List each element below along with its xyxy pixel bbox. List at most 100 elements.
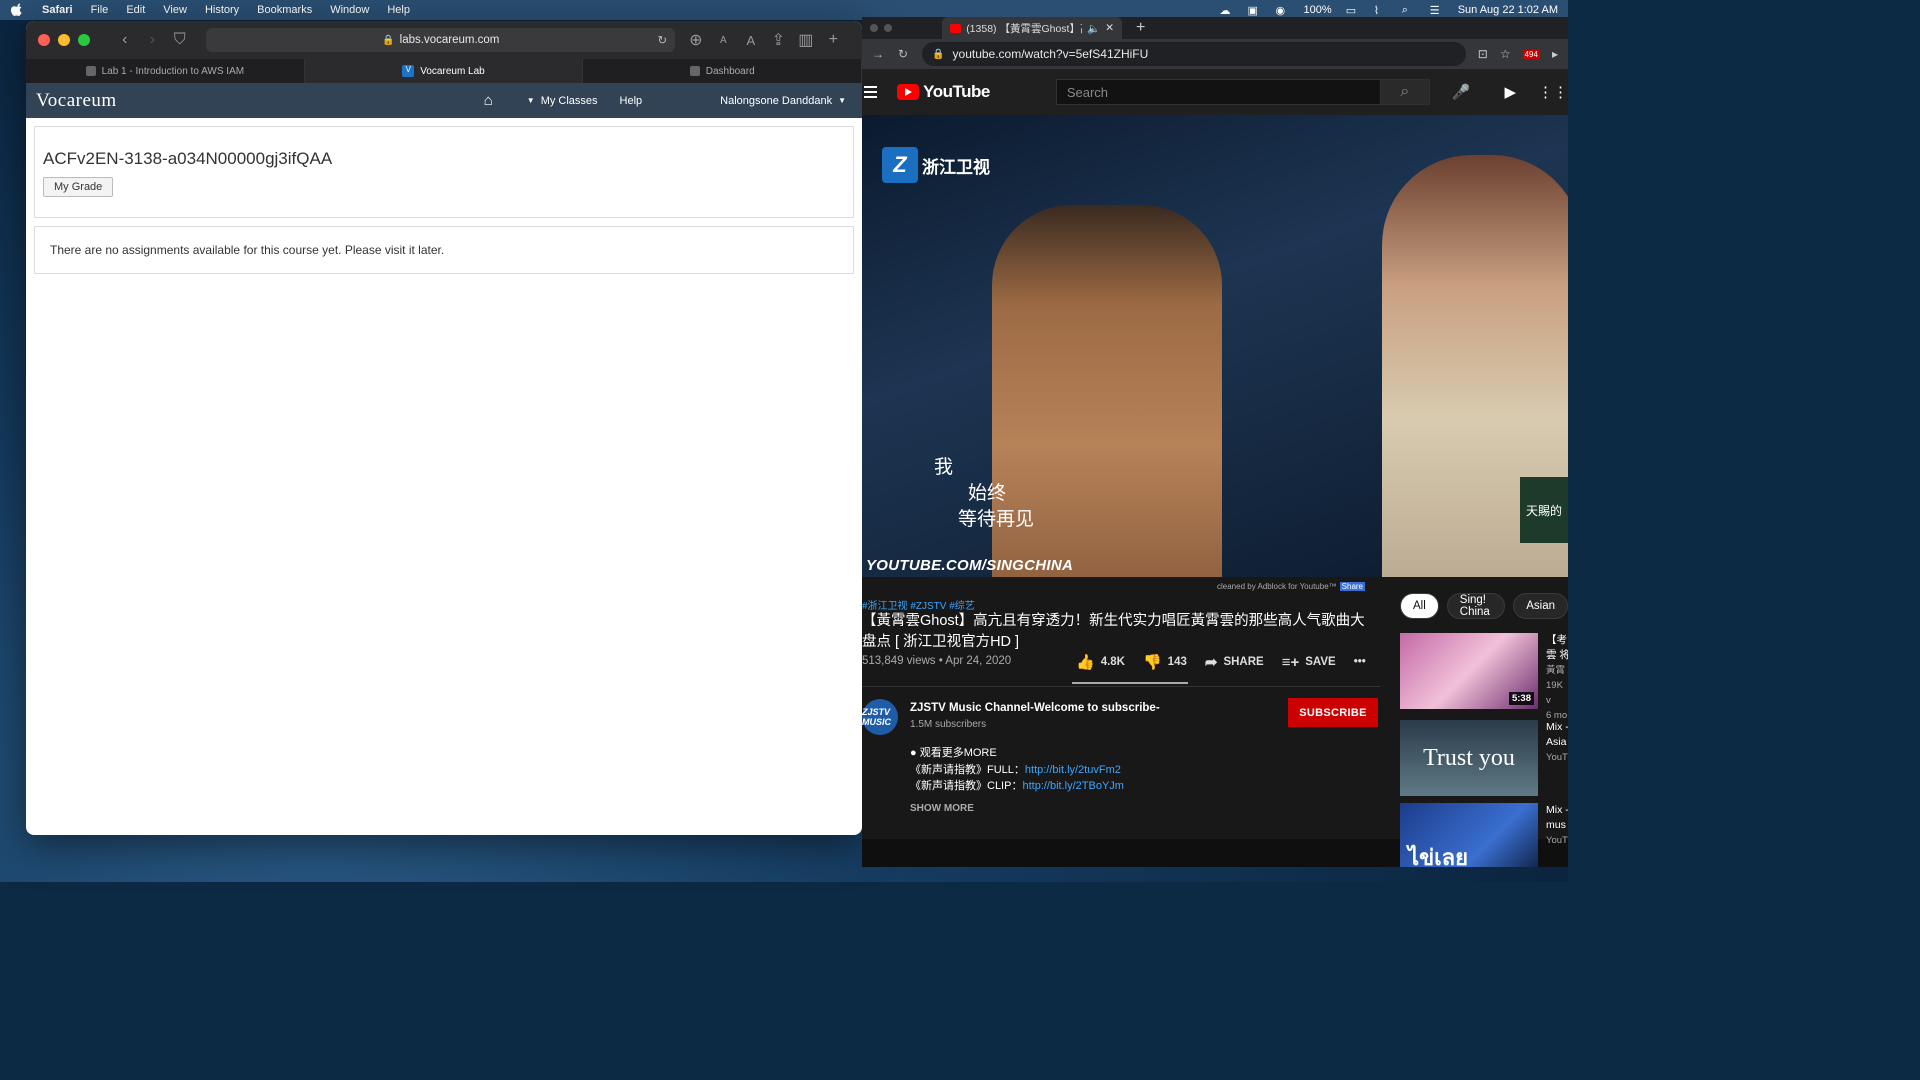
save-button[interactable]: ≡+ SAVE bbox=[1282, 654, 1336, 671]
battery-icon[interactable]: ▭ bbox=[1346, 4, 1360, 17]
menu-history[interactable]: History bbox=[205, 4, 239, 16]
my-grade-button[interactable]: My Grade bbox=[43, 177, 114, 197]
menu-view[interactable]: View bbox=[163, 4, 187, 16]
sidebar-icon[interactable]: ▥ bbox=[795, 29, 816, 51]
forward-icon[interactable]: → bbox=[872, 47, 884, 61]
tab-dashboard[interactable]: Dashboard bbox=[583, 59, 862, 83]
more-actions-button[interactable]: ••• bbox=[1354, 656, 1366, 668]
my-classes-link[interactable]: My Classes bbox=[541, 95, 598, 107]
share-button[interactable]: ➦ SHARE bbox=[1205, 653, 1264, 671]
menu-app-name[interactable]: Safari bbox=[42, 4, 73, 16]
station-name: 浙江卫视 bbox=[922, 157, 990, 177]
reload-icon[interactable]: ↻ bbox=[657, 33, 667, 47]
hamburger-menu-icon[interactable] bbox=[864, 86, 878, 98]
menu-clock[interactable]: Sun Aug 22 1:02 AM bbox=[1458, 4, 1558, 16]
new-tab-icon[interactable]: + bbox=[1136, 19, 1145, 37]
create-video-icon[interactable]: ▶ bbox=[1504, 83, 1516, 101]
tab-youtube[interactable]: (1358) 【黃霄雲Ghost】高 🔈 ✕ bbox=[942, 17, 1122, 39]
address-bar[interactable]: 🔒 labs.vocareum.com ↻ bbox=[206, 28, 676, 52]
control-center-icon[interactable]: ☰ bbox=[1430, 4, 1444, 17]
thumbs-down-icon: 👎 bbox=[1142, 654, 1162, 671]
recommended-video[interactable]: Trust you Mix - Asia YouT bbox=[1400, 720, 1568, 796]
description-link[interactable]: http://bit.ly/2TBoYJm bbox=[1022, 780, 1123, 792]
course-title: ACFv2EN-3138-a034N00000gj3ifQAA bbox=[43, 149, 333, 168]
youtube-logo[interactable]: YouTube bbox=[897, 82, 990, 102]
filter-chips: All Sing! China Asian bbox=[1400, 593, 1568, 619]
extension-badge[interactable]: 494 bbox=[1522, 49, 1540, 59]
video-hashtags[interactable]: #浙江卫视 #ZJSTV #综艺 bbox=[862, 597, 975, 612]
video-title: 【黃霄雲Ghost】高亢且有穿透力！新生代实力唱匠黃霄雲的那些高人气歌曲大盘点 … bbox=[862, 613, 1365, 650]
video-actions: 👍 4.8K 👎 143 ➦ SHARE ≡+ SAVE ••• bbox=[1076, 653, 1366, 672]
apps-grid-icon[interactable]: ⋮⋮ bbox=[1538, 83, 1568, 101]
omnibox[interactable]: 🔒 youtube.com/watch?v=5efS41ZHiFU bbox=[922, 42, 1466, 66]
station-logo: Z 浙江卫视 bbox=[882, 147, 990, 183]
play-circle-icon[interactable]: ◉ bbox=[1276, 4, 1290, 17]
apple-icon[interactable] bbox=[10, 3, 24, 17]
close-window-button[interactable] bbox=[870, 24, 878, 32]
new-tab-icon[interactable]: + bbox=[823, 29, 844, 51]
adblock-note: cleaned by Adblock for Youtube™ Share bbox=[1217, 582, 1366, 591]
extensions-arrow-icon[interactable]: ▸ bbox=[1552, 47, 1558, 61]
spotlight-search-icon[interactable]: ⌕ bbox=[1402, 4, 1416, 16]
recommended-title: 雲 将 bbox=[1546, 649, 1568, 661]
like-button[interactable]: 👍 4.8K bbox=[1076, 653, 1125, 671]
like-count: 4.8K bbox=[1100, 656, 1125, 668]
menu-file[interactable]: File bbox=[91, 4, 109, 16]
video-info-section: cleaned by Adblock for Youtube™ Share #浙江… bbox=[862, 577, 1568, 867]
install-app-icon[interactable]: ⊡ bbox=[1478, 47, 1488, 61]
channel-avatar[interactable]: ZJSTV MUSIC bbox=[862, 699, 898, 735]
wifi-off-icon[interactable]: ⌇ bbox=[1374, 4, 1388, 17]
menu-window[interactable]: Window bbox=[330, 4, 369, 16]
tab-vocareum-lab[interactable]: V Vocareum Lab bbox=[304, 59, 584, 83]
share-icon[interactable]: ⇪ bbox=[768, 29, 789, 51]
menu-help[interactable]: Help bbox=[387, 4, 410, 16]
channel-name[interactable]: ZJSTV Music Channel-Welcome to subscribe… bbox=[910, 702, 1160, 714]
video-thumbnail[interactable]: 5:38 bbox=[1400, 633, 1538, 709]
dislike-button[interactable]: 👎 143 bbox=[1143, 653, 1187, 671]
minimize-window-button[interactable] bbox=[58, 34, 70, 46]
minimize-window-button[interactable] bbox=[884, 24, 892, 32]
zoom-window-button[interactable] bbox=[78, 34, 90, 46]
address-bar-url: labs.vocareum.com bbox=[399, 34, 500, 46]
forward-icon[interactable]: › bbox=[141, 29, 162, 51]
search-input[interactable]: Search bbox=[1055, 79, 1381, 105]
recommended-video[interactable]: ไข่เลย Mix - mus YouT bbox=[1400, 803, 1568, 867]
recommended-video[interactable]: 5:38 【考 雲 将 黃霄 19K v 6 mo bbox=[1400, 633, 1568, 723]
tab-lab1[interactable]: Lab 1 - Introduction to AWS IAM bbox=[26, 59, 305, 83]
reload-icon[interactable]: ↻ bbox=[898, 47, 908, 61]
subscribe-button[interactable]: SUBSCRIBE bbox=[1288, 698, 1378, 727]
user-menu[interactable]: Nalongsone Danddank bbox=[720, 95, 832, 107]
show-more-button[interactable]: SHOW MORE bbox=[910, 803, 974, 814]
home-icon[interactable]: ⌂ bbox=[484, 92, 493, 109]
speaker-icon[interactable]: 🔈 bbox=[1087, 22, 1100, 35]
back-icon[interactable]: ‹ bbox=[114, 29, 135, 51]
close-window-button[interactable] bbox=[38, 34, 50, 46]
menu-bookmarks[interactable]: Bookmarks bbox=[257, 4, 312, 16]
video-thumbnail[interactable]: ไข่เลย bbox=[1400, 803, 1538, 867]
description-link[interactable]: http://bit.ly/2tuvFm2 bbox=[1025, 764, 1121, 776]
microphone-icon[interactable]: 🎤 bbox=[1452, 83, 1471, 101]
bookmark-star-icon[interactable]: ☆ bbox=[1500, 47, 1511, 61]
video-watermark: YOUTUBE.COM/SINGCHINA bbox=[866, 557, 1074, 574]
caret-down-icon[interactable]: ▼ bbox=[838, 96, 846, 105]
privacy-shield-icon[interactable]: ⛉ bbox=[169, 29, 190, 51]
help-link[interactable]: Help bbox=[620, 95, 643, 107]
chip-all[interactable]: All bbox=[1400, 593, 1439, 619]
video-thumbnail[interactable]: Trust you bbox=[1400, 720, 1538, 796]
thumbnail-text: Trust you bbox=[1423, 744, 1515, 771]
chip-sing-china[interactable]: Sing! China bbox=[1446, 593, 1506, 619]
downloads-icon[interactable]: ⊕ bbox=[685, 29, 706, 51]
app-status-icon[interactable]: ▣ bbox=[1248, 4, 1262, 17]
description-label: 《新声请指教》CLIP： bbox=[910, 780, 1023, 792]
text-larger-button[interactable]: A bbox=[740, 29, 761, 51]
video-player[interactable]: Z 浙江卫视 我 始终 等待再见 YOUTUBE.COM/SINGCHINA 天… bbox=[862, 115, 1568, 577]
menu-edit[interactable]: Edit bbox=[126, 4, 145, 16]
close-tab-icon[interactable]: ✕ bbox=[1105, 22, 1114, 34]
vocareum-logo[interactable]: Vocareum bbox=[36, 90, 117, 112]
chip-asian[interactable]: Asian bbox=[1513, 593, 1568, 619]
search-icon[interactable]: ⌕ bbox=[1380, 79, 1430, 105]
recommended-views: 19K v bbox=[1546, 680, 1563, 706]
creative-cloud-icon[interactable]: ☁ bbox=[1220, 4, 1234, 17]
adblock-share-button[interactable]: Share bbox=[1339, 582, 1366, 591]
text-smaller-button[interactable]: A bbox=[713, 29, 734, 51]
